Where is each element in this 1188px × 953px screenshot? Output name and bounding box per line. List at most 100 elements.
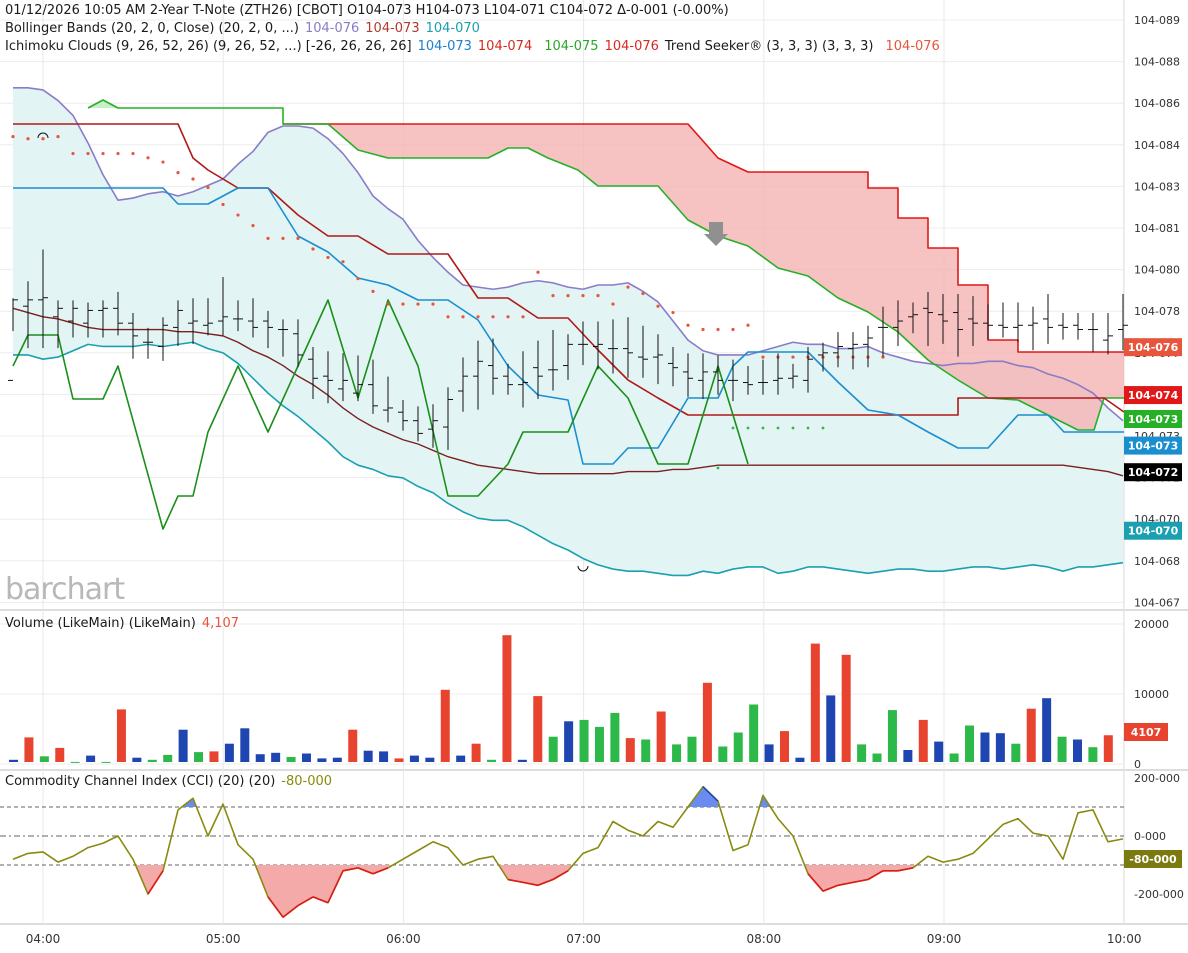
volume-bar — [764, 744, 774, 762]
volume-bar — [579, 719, 589, 762]
volume-bar — [965, 725, 975, 762]
trend-seeker-dot — [251, 224, 255, 228]
volume-bar — [918, 719, 928, 762]
price-tick-label: 104-067 — [1134, 596, 1180, 609]
volume-bar — [116, 709, 126, 762]
trend-seeker-dot — [521, 315, 525, 319]
price-tick-label: 104-083 — [1134, 180, 1180, 193]
volume-bar — [147, 759, 157, 762]
trend-seeker-dot — [11, 135, 15, 139]
volume-bar — [934, 741, 944, 762]
trend-seeker-dot — [326, 255, 330, 260]
trend-seeker-dot — [116, 151, 120, 156]
volume-bar — [810, 643, 820, 762]
volume-bar — [564, 721, 574, 762]
volume-bar — [24, 737, 34, 762]
volume-bar — [224, 743, 234, 762]
volume-bar — [55, 747, 65, 762]
trend-seeker-dot — [401, 302, 405, 306]
price-tick-label: 104-081 — [1134, 222, 1180, 235]
volume-bar — [271, 752, 281, 762]
cci-line — [12, 785, 1124, 919]
volume-bar — [86, 755, 96, 762]
trend-seeker-dot — [281, 236, 285, 240]
volume-tick-label: 20000 — [1134, 618, 1169, 631]
volume-bar — [255, 754, 265, 762]
last-price-label: 104-076 — [1128, 341, 1179, 354]
volume-bar — [101, 761, 111, 763]
trend-seeker-dot — [131, 151, 135, 156]
trend-seeker-dot — [746, 323, 750, 327]
trend-seeker-dot — [791, 426, 795, 430]
trend-seeker-dot — [761, 426, 765, 430]
trend-seeker-dot — [266, 236, 270, 240]
volume-bar — [533, 696, 543, 762]
bb-label: Bollinger Bands (20, 2, 0, Close) (20, 2… — [5, 21, 299, 36]
bb-lower-value: 104-070 — [425, 21, 480, 36]
trend-seeker-dot — [821, 426, 825, 430]
trend-seeker-dot — [506, 315, 510, 319]
volume-bar — [517, 759, 527, 762]
trend-seeker-dot — [596, 294, 600, 298]
volume-bar — [656, 711, 666, 762]
volume-bar — [163, 754, 173, 762]
ichimoku-span-b-value: 104-076 — [604, 39, 659, 54]
volume-bar — [9, 759, 18, 762]
cci-oversold-fill — [135, 865, 917, 918]
trend-seeker-label: Trend Seeker® (3, 3, 3) (3, 3, 3) — [664, 39, 874, 54]
trend-seeker-dot — [746, 426, 750, 430]
volume-bar — [687, 736, 697, 762]
volume-bar — [995, 733, 1005, 762]
trend-seeker-dot — [461, 315, 465, 319]
trend-seeker-dot — [641, 291, 645, 296]
volume-last-label: 4107 — [1131, 726, 1162, 739]
trend-seeker-dot — [296, 236, 300, 240]
volume-bar — [487, 759, 497, 762]
trend-seeker-dot — [311, 247, 315, 251]
time-tick-label: 06:00 — [386, 932, 421, 946]
trend-seeker-dot — [491, 315, 495, 319]
barchart-logo: barchart — [5, 572, 125, 607]
volume-bar — [610, 712, 620, 762]
cci-tick-label: 0-000 — [1134, 830, 1166, 843]
volume-bar — [70, 761, 80, 763]
trend-seeker-dot — [176, 171, 180, 175]
volume-bar — [780, 731, 789, 762]
volume-bar — [317, 758, 327, 762]
trend-seeker-dot — [56, 135, 60, 139]
volume-bar — [1011, 743, 1021, 762]
volume-bar — [301, 753, 311, 762]
volume-bar — [702, 682, 712, 762]
cci-last-label: -80-000 — [1129, 853, 1177, 866]
last-price-label: 104-073 — [1128, 440, 1179, 453]
volume-bar — [949, 753, 959, 762]
cci-tick-label: -200-000 — [1134, 888, 1184, 901]
trend-seeker-dot — [686, 323, 690, 327]
volume-bar — [980, 732, 990, 762]
volume-bar — [903, 750, 913, 762]
header-bollinger-line: Bollinger Bands (20, 2, 0, Close) (20, 2… — [5, 21, 480, 36]
volume-bar — [1088, 747, 1098, 762]
volume-bar — [672, 744, 682, 762]
volume-bar — [502, 635, 512, 762]
time-tick-label: 09:00 — [927, 932, 962, 946]
trend-seeker-dot — [656, 304, 660, 308]
volume-bar — [39, 756, 49, 762]
volume-bar — [625, 738, 635, 762]
trend-seeker-dot — [356, 277, 360, 281]
header-cci-line: Commodity Channel Index (CCI) (20) (20) -… — [5, 774, 332, 789]
bb-mid-value: 104-073 — [365, 21, 420, 36]
trend-seeker-dot — [41, 137, 45, 141]
price-tick-label: 104-068 — [1134, 555, 1180, 568]
last-price-label: 104-072 — [1128, 466, 1179, 479]
header-quote-line: 01/12/2026 10:05 AM 2-Year T-Note (ZTH26… — [5, 3, 729, 18]
volume-bar — [1072, 739, 1082, 762]
trend-seeker-dot — [86, 151, 90, 156]
volume-bar — [733, 732, 743, 762]
volume-bar — [348, 729, 358, 762]
chart-canvas: 104-089 104-088 104-086 104-084 104-083 104-0… — [0, 0, 1188, 946]
trend-seeker-dot — [446, 315, 450, 319]
price-tick-label: 104-086 — [1134, 97, 1180, 110]
volume-bar — [286, 757, 296, 762]
trend-seeker-dot — [101, 151, 105, 156]
